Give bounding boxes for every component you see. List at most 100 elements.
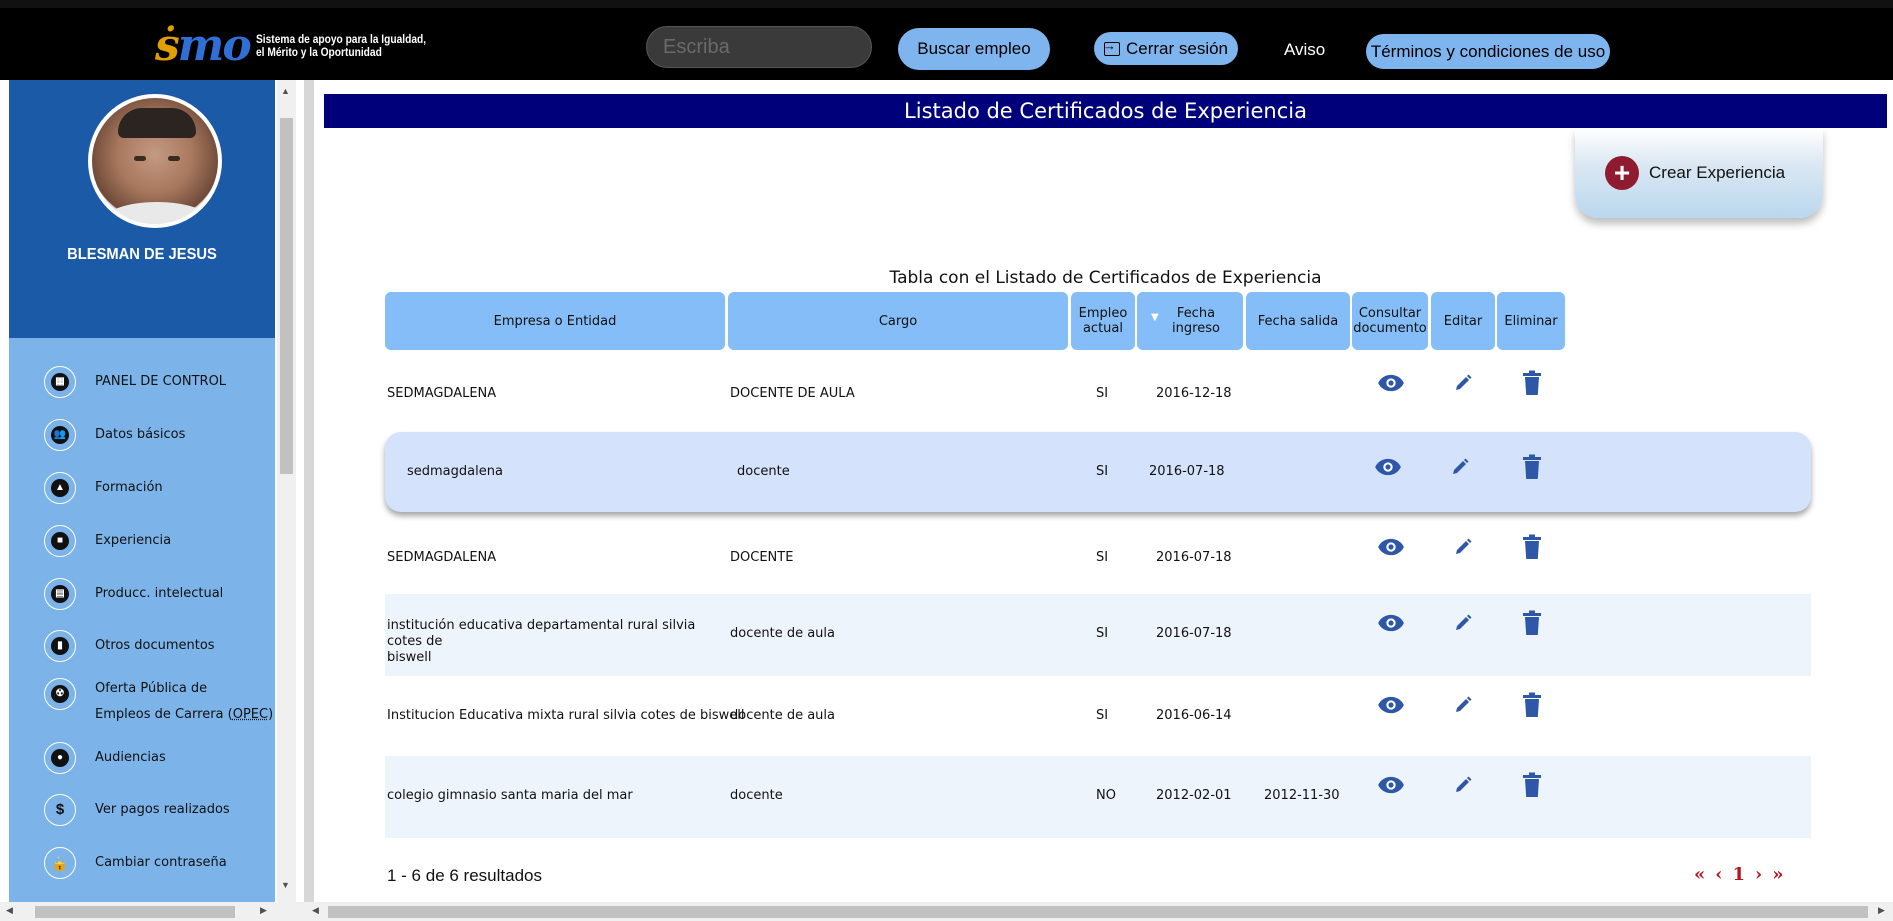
sidebar-item-produccion-intelectual[interactable]: ▤ Producc. intelectual [9,570,275,618]
simo-logo[interactable]: ṡmo Sistema de apoyo para la Igualdad, e… [155,24,456,68]
sidebar-item-label: Experiencia [95,533,172,548]
view-document-icon[interactable] [1374,688,1408,722]
col-empresa[interactable]: Empresa o Entidad [385,292,725,350]
avatar[interactable] [88,94,222,228]
cell-empresa: SEDMAGDALENA [387,386,497,401]
col-ingreso-line2: ingreso [1172,321,1220,336]
current-page[interactable]: 1 [1732,864,1745,885]
cell-empleo-actual: SI [1096,386,1109,401]
col-editar: Editar [1431,292,1495,350]
table-row[interactable]: SEDMAGDALENA DOCENTE DE AULA SI 2016-12-18 [385,354,1811,436]
cell-empresa-line1: institución educativa departamental rura… [387,618,696,649]
view-document-icon[interactable] [1374,768,1408,802]
view-document-icon[interactable] [1374,606,1408,640]
scrollbar-thumb[interactable] [280,118,293,474]
col-cargo[interactable]: Cargo [728,292,1068,350]
library-icon: ▤ [44,578,76,610]
cell-empleo-actual: NO [1096,788,1116,803]
sidebar-item-formacion[interactable]: ▲ Formación [9,464,275,512]
trash-icon[interactable] [1515,366,1549,400]
cell-empleo-actual: SI [1096,550,1109,565]
view-document-icon[interactable] [1374,530,1408,564]
cell-empresa: institución educativa departamental rura… [387,618,727,666]
edit-icon[interactable] [1446,530,1480,564]
sidebar-item-label: Producc. intelectual [95,586,224,601]
scroll-right-arrow-icon[interactable]: ▶ [1878,905,1885,916]
cell-empleo-actual: SI [1096,708,1109,723]
search-box[interactable] [646,26,872,68]
col-consultar: Consultar documento [1352,292,1428,350]
scroll-left-arrow-icon[interactable]: ◀ [6,905,13,916]
sidebar-item-cambiar-contrasena[interactable]: 🔒 Cambiar contraseña [9,839,275,887]
prev-page-button[interactable]: ‹ [1715,864,1722,885]
sidebar-scrollbar[interactable]: ▲ ▼ [277,80,296,902]
results-count: 1 - 6 de 6 resultados [387,866,542,885]
scroll-up-arrow-icon[interactable]: ▲ [281,86,290,96]
table-row[interactable]: institución educativa departamental rura… [385,594,1811,676]
col-empleo-actual[interactable]: Empleo actual [1071,292,1135,350]
trash-icon[interactable] [1515,768,1549,802]
people-icon: 👥 [44,419,76,451]
sidebar-item-label: Audiencias [95,750,166,765]
col-fecha-ingreso[interactable]: ▼ Fecha ingreso [1137,292,1243,350]
col-empleo-line2: actual [1082,321,1123,336]
sidebar-item-opec[interactable]: ☢ Oferta Pública de Empleos de Carrera (… [9,674,275,730]
table-row[interactable]: SEDMAGDALENA DOCENTE SI 2016-07-18 [385,518,1811,600]
sidebar-item-panel-de-control[interactable]: ▦ PANEL DE CONTROL [9,358,275,406]
avatar-eye-right [168,156,180,161]
view-document-icon[interactable] [1371,450,1405,484]
trash-icon[interactable] [1515,530,1549,564]
cell-cargo: docente de aula [730,626,835,641]
trash-icon[interactable] [1515,688,1549,722]
sidebar-item-datos-basicos[interactable]: 👥 Datos básicos [9,411,275,459]
first-page-button[interactable]: « [1694,864,1705,885]
scrollbar-thumb[interactable] [328,906,1868,918]
sidebar-item-experiencia[interactable]: ■ Experiencia [9,517,275,565]
cerrar-sesion-button[interactable]: Cerrar sesión [1094,32,1238,65]
pagination: « ‹ 1 › » [1694,864,1783,885]
sidebar-item-label-part: Empleos de Carrera ( [95,707,233,722]
buscar-empleo-button[interactable]: Buscar empleo [898,28,1050,70]
col-consultar-line2: documento [1353,321,1427,336]
scroll-right-arrow-icon[interactable]: ▶ [260,905,267,916]
table-row[interactable]: colegio gimnasio santa maria del mar doce… [385,756,1811,838]
scrollbar-thumb[interactable] [35,906,235,918]
cell-fecha-ingreso: 2016-07-18 [1156,626,1232,641]
app-root: ṡmo Sistema de apoyo para la Igualdad, e… [0,0,1893,921]
terminos-button[interactable]: Términos y condiciones de uso [1366,34,1610,69]
scroll-down-arrow-icon[interactable]: ▼ [281,880,290,890]
trash-icon[interactable] [1515,606,1549,640]
crear-experiencia-button[interactable]: + Crear Experiencia [1575,128,1823,218]
cell-fecha-ingreso: 2012-02-01 [1156,788,1232,803]
cell-fecha-ingreso: 2016-12-18 [1156,386,1232,401]
last-page-button[interactable]: » [1772,864,1783,885]
avatar-eye-left [134,156,146,161]
radiation-icon: ☢ [44,678,76,710]
table-row[interactable]: sedmagdalena docente SI 2016-07-18 [385,432,1811,512]
view-document-icon[interactable] [1374,366,1408,400]
sidebar-item-audiencias[interactable]: ● Audiencias [9,734,275,782]
col-fecha-salida[interactable]: Fecha salida [1246,292,1350,350]
edit-icon[interactable] [1446,606,1480,640]
edit-icon[interactable] [1446,366,1480,400]
next-page-button[interactable]: › [1755,864,1762,885]
edit-icon[interactable] [1446,768,1480,802]
aviso-link[interactable]: Aviso [1284,40,1325,60]
horizontal-scrollbar[interactable]: ◀ ▶ ◀ ▶ [0,902,1893,921]
sidebar-item-label: PANEL DE CONTROL [95,374,227,389]
cell-cargo: docente [737,464,790,479]
cell-empresa: colegio gimnasio santa maria del mar [387,788,633,803]
trash-icon[interactable] [1515,450,1549,484]
sidebar: BLESMAN DE JESUS ▦ PANEL DE CONTROL 👥 Da… [9,80,275,902]
scroll-left-arrow-icon[interactable]: ◀ [312,905,319,916]
search-input[interactable] [663,36,853,59]
cell-cargo: docente [730,788,783,803]
sidebar-item-otros-documentos[interactable]: ▮ Otros documentos [9,622,275,670]
table-header: Empresa o Entidad Cargo Empleo actual ▼ F… [385,292,1811,350]
profile-panel: BLESMAN DE JESUS [9,80,275,338]
edit-icon[interactable] [1446,688,1480,722]
sidebar-item-ver-pagos[interactable]: $ Ver pagos realizados [9,786,275,834]
table-row[interactable]: Institucion Educativa mixta rural silvia… [385,676,1811,758]
cell-empleo-actual: SI [1096,626,1109,641]
edit-icon[interactable] [1443,450,1477,484]
